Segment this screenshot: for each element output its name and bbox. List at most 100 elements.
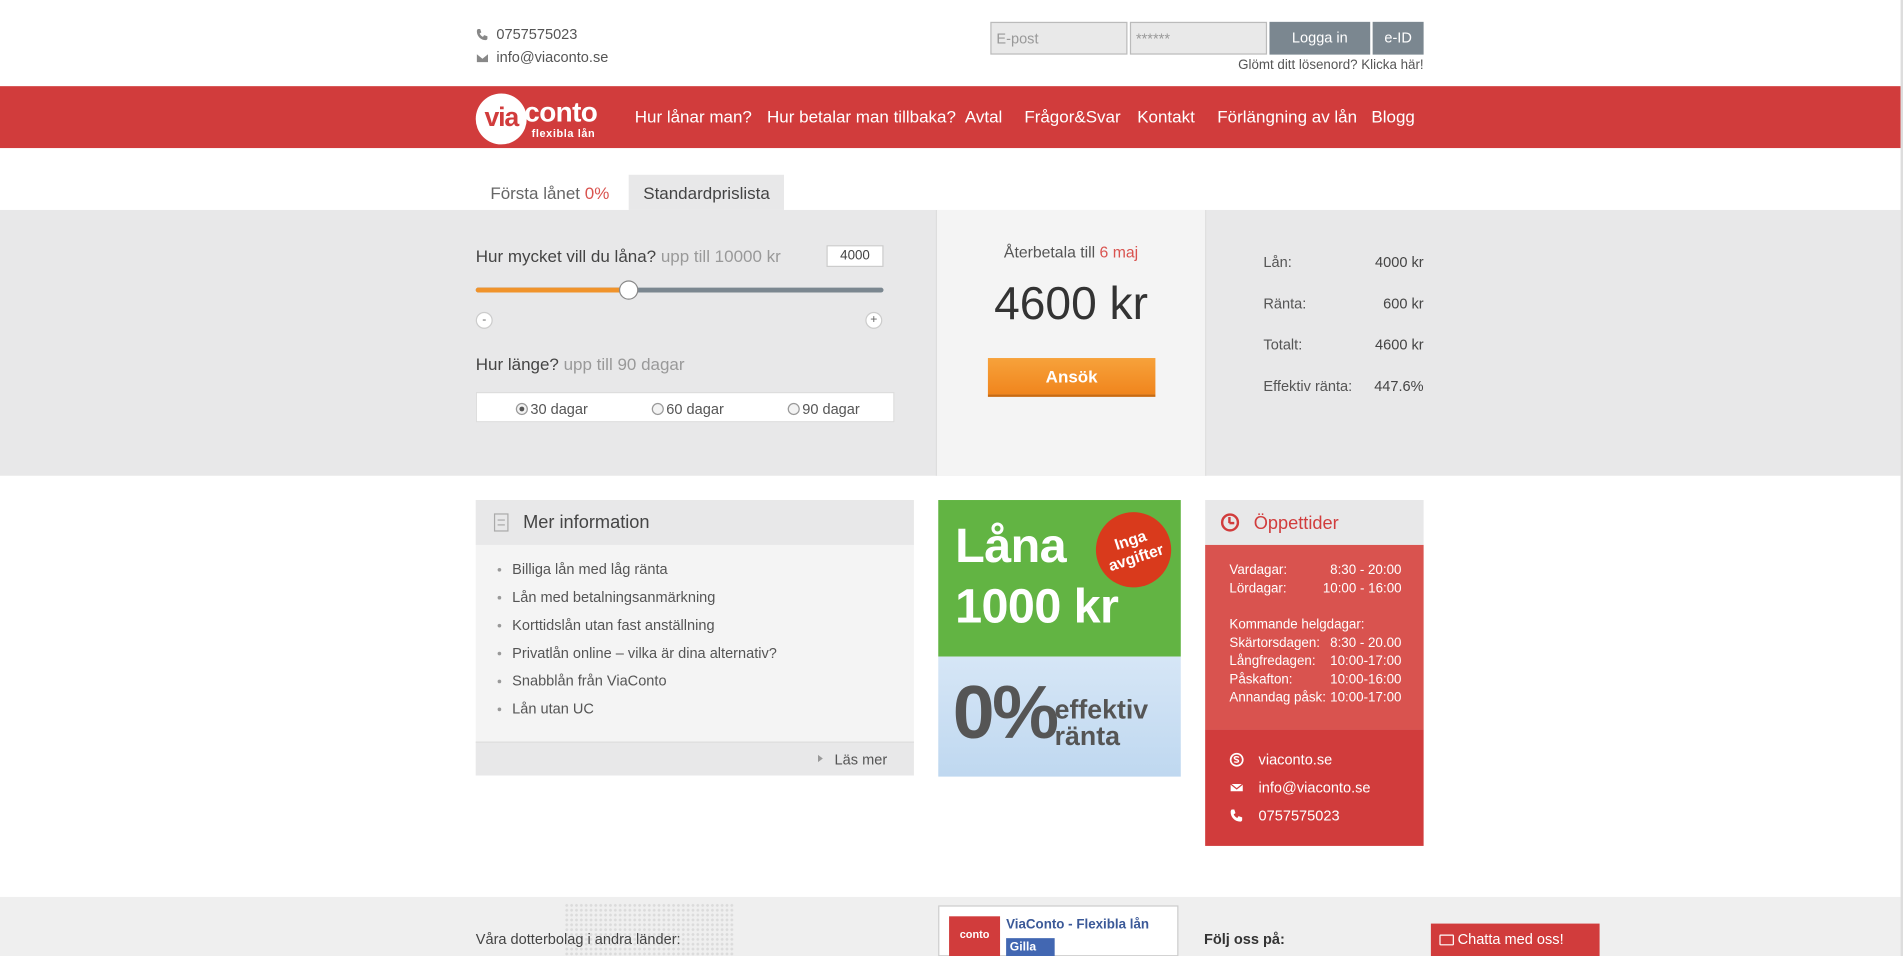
more-info-panel: Mer information Billiga lån med låg ränt… <box>475 500 914 776</box>
radio-60[interactable] <box>651 402 664 416</box>
logo-tagline: flexibla lån <box>531 127 596 140</box>
envelope-icon <box>476 53 488 62</box>
nav-how-to-repay[interactable]: Hur betalar man tillbaka? <box>767 107 956 126</box>
info-link-payment-remark[interactable]: Lån med betalningsanmärkning <box>497 589 715 606</box>
duration-option-90-label: 90 dagar <box>802 400 860 418</box>
login-button[interactable]: Logga in <box>1269 21 1371 55</box>
hours-weekdays-time: 8:30 - 20:00 <box>1330 563 1402 578</box>
contact-email[interactable]: info@viaconto.se <box>476 49 608 66</box>
hours-phone-text[interactable]: 0757575023 <box>1259 807 1340 824</box>
opening-hours-header: Öppettider <box>1205 500 1424 545</box>
holiday-4-time: 10:00-17:00 <box>1330 690 1402 706</box>
skype-text[interactable]: viaconto.se <box>1259 751 1333 768</box>
hours-weekdays-label: Vardagar: <box>1229 563 1288 578</box>
info-link-cheap-loans[interactable]: Billiga lån med låg ränta <box>497 561 668 578</box>
more-info-header: Mer information <box>475 500 914 545</box>
hours-email-contact[interactable]: info@viaconto.se <box>1229 779 1370 796</box>
summary-loan: Lån: 4000 kr <box>1263 254 1423 271</box>
duration-option-60[interactable]: 60 dagar <box>651 400 724 418</box>
opening-hours-body: Vardagar: 8:30 - 20:00 Lördagar: 10:00 -… <box>1205 544 1424 730</box>
skype-icon <box>1229 752 1244 767</box>
nav-loan-extension[interactable]: Förlängning av lån <box>1217 107 1357 126</box>
holiday-3-time: 10:00-16:00 <box>1330 672 1402 687</box>
summary-interest: Ränta: 600 kr <box>1263 295 1423 312</box>
hours-saturday-label: Lördagar: <box>1229 581 1287 596</box>
holiday-title: Kommande helgdagar: <box>1229 617 1365 633</box>
chat-button[interactable]: Chatta med oss! <box>1430 923 1600 956</box>
eid-button[interactable]: e-ID <box>1372 21 1424 55</box>
contact-email-text[interactable]: info@viaconto.se <box>496 49 608 66</box>
hours-phone-contact[interactable]: 0757575023 <box>1229 807 1340 824</box>
viaconto-logo[interactable]: via conto flexibla lån <box>475 91 610 145</box>
nav-agreement[interactable]: Avtal <box>965 107 1002 126</box>
clock-icon <box>1220 513 1240 532</box>
radio-90[interactable] <box>787 402 800 416</box>
duration-option-30[interactable]: 30 dagar <box>515 401 588 417</box>
hours-contact-block: viaconto.se info@viaconto.se 0757575023 <box>1205 729 1424 846</box>
logo-mark: via <box>475 93 527 145</box>
nav-faq[interactable]: Frågor&Svar <box>1024 107 1120 126</box>
forgot-password-link[interactable]: Glömt ditt lösenord? Klicka här! <box>1232 58 1424 73</box>
promo-line2: 1000 kr <box>955 580 1119 634</box>
document-icon <box>493 513 509 532</box>
amount-plus-button[interactable]: + <box>865 311 883 329</box>
facebook-widget[interactable]: conto ViaConto - Flexibla lån Gilla <box>938 905 1179 956</box>
summary-interest-value: 600 kr <box>1383 294 1424 312</box>
holiday-4-label: Annandag påsk: <box>1229 690 1326 706</box>
skype-contact[interactable]: viaconto.se <box>1229 751 1332 768</box>
radio-30[interactable] <box>515 402 528 416</box>
duration-question-text: Hur länge? <box>475 354 559 374</box>
summary-interest-label: Ränta: <box>1263 294 1307 312</box>
holiday-3-label: Påskafton: <box>1229 672 1293 687</box>
tab-standard-pricelist[interactable]: Standardprislista <box>628 174 785 210</box>
apply-button[interactable]: Ansök <box>987 358 1156 397</box>
nav-contact[interactable]: Kontakt <box>1137 107 1195 126</box>
nav-how-to-borrow[interactable]: Hur lånar man? <box>635 107 752 126</box>
amount-hint: upp till 10000 kr <box>660 246 781 266</box>
amount-slider-handle[interactable] <box>618 280 639 300</box>
promo-banner[interactable]: Låna 1000 kr Inga avgifter 0% effektiv r… <box>938 500 1181 777</box>
summary-total: Totalt: 4600 kr <box>1263 336 1423 353</box>
info-link-quick-loans[interactable]: Snabblån från ViaConto <box>497 672 667 689</box>
summary-apr-value: 447.6% <box>1374 377 1424 395</box>
info-link-no-uc[interactable]: Lån utan UC <box>497 700 594 717</box>
amount-minus-button[interactable]: - <box>475 311 493 329</box>
summary-loan-label: Lån: <box>1263 253 1292 271</box>
amount-input[interactable]: 4000 <box>826 245 884 268</box>
read-more-link[interactable]: Läs mer <box>817 751 887 768</box>
facebook-page-name[interactable]: ViaConto - Flexibla lån <box>1006 918 1149 933</box>
duration-hint: upp till 90 dagar <box>563 354 685 374</box>
subsidiaries-label: Våra dotterbolag i andra länder: <box>475 930 681 948</box>
repay-date-label: Återbetala till 6 maj <box>936 243 1207 261</box>
main-navbar: via conto flexibla lån Hur lånar man? Hu… <box>0 86 1901 149</box>
opening-hours-title: Öppettider <box>1253 513 1339 535</box>
opening-hours-panel: Öppettider Vardagar: 8:30 - 20:00 Lördag… <box>1205 500 1424 846</box>
info-link-private-loans[interactable]: Privatlån online – vilka är dina alterna… <box>497 644 777 661</box>
envelope-icon <box>1230 783 1244 792</box>
logo-word: conto <box>524 95 598 128</box>
email-field[interactable]: E-post <box>990 21 1128 55</box>
more-info-footer: Läs mer <box>475 741 914 776</box>
email-placeholder: E-post <box>996 30 1039 48</box>
repay-label-text: Återbetala till <box>1003 242 1096 261</box>
tab-first-loan[interactable]: Första lånet 0% <box>476 175 624 210</box>
info-link-short-term[interactable]: Korttidslån utan fast anställning <box>497 617 715 634</box>
facebook-like-button[interactable]: Gilla <box>1006 938 1055 956</box>
follow-us-label: Följ oss på: <box>1203 930 1285 948</box>
summary-apr-label: Effektiv ränta: <box>1263 377 1353 395</box>
password-field[interactable]: ****** <box>1129 21 1268 55</box>
tab-first-loan-label: Första lånet <box>490 183 581 203</box>
holiday-2-time: 10:00-17:00 <box>1330 654 1402 669</box>
amount-slider[interactable] <box>475 287 884 293</box>
holiday-2-label: Långfredagen: <box>1229 654 1316 669</box>
phone-icon <box>476 28 488 40</box>
duration-option-90[interactable]: 90 dagar <box>787 400 860 418</box>
hours-email-text[interactable]: info@viaconto.se <box>1259 779 1371 796</box>
duration-option-60-label: 60 dagar <box>666 400 724 418</box>
nav-blog[interactable]: Blogg <box>1371 107 1414 126</box>
hours-saturday-time: 10:00 - 16:00 <box>1322 581 1402 596</box>
amount-question-text: Hur mycket vill du låna? <box>475 246 657 266</box>
summary-apr: Effektiv ränta: 447.6% <box>1263 377 1423 394</box>
holiday-1-time: 8:30 - 20.00 <box>1330 635 1402 651</box>
password-placeholder: ****** <box>1135 30 1170 48</box>
